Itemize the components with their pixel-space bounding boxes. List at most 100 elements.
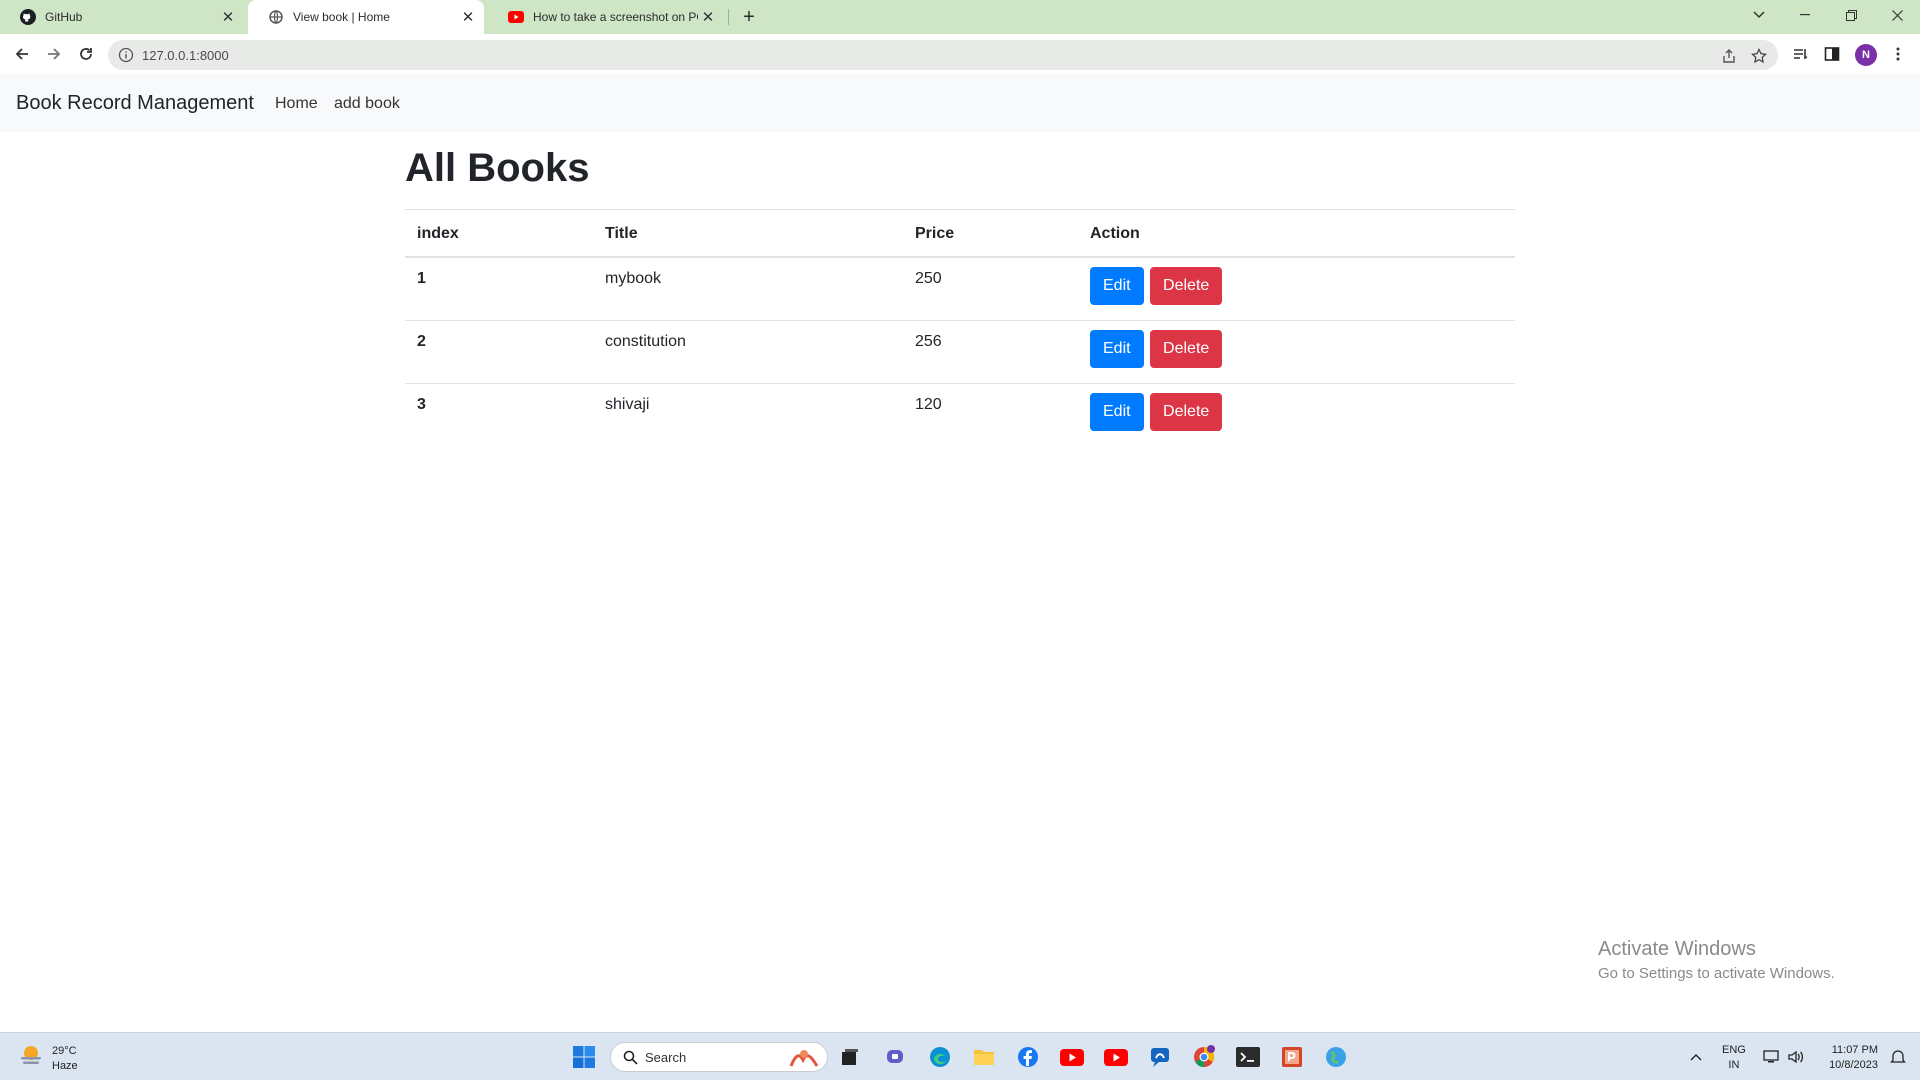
profile-avatar[interactable]: N	[1855, 44, 1877, 66]
edge-browser-icon[interactable]	[926, 1043, 954, 1071]
close-icon[interactable]: ✕	[218, 8, 238, 26]
table-row: 1 mybook 250 Edit Delete	[405, 257, 1515, 320]
row-actions: Edit Delete	[1078, 382, 1515, 446]
page-title: All Books	[405, 146, 590, 190]
facebook-icon[interactable]	[1014, 1043, 1042, 1071]
search-icon	[623, 1050, 638, 1070]
watermark-subtitle: Go to Settings to activate Windows.	[1598, 965, 1835, 982]
url-text[interactable]: 127.0.0.1:8000	[142, 48, 229, 63]
chrome-icon[interactable]	[1190, 1043, 1218, 1071]
tab-label: View book | Home	[293, 10, 390, 24]
delete-button[interactable]: Delete	[1150, 267, 1223, 305]
search-highlight-icon	[787, 1046, 821, 1075]
row-title: mybook	[605, 270, 662, 287]
watermark-title: Activate Windows	[1598, 938, 1756, 960]
search-placeholder: Search	[645, 1050, 687, 1065]
more-menu-icon[interactable]	[1888, 44, 1908, 64]
browser-toolbar: 127.0.0.1:8000 N	[0, 34, 1920, 74]
clock-time: 11:07 PM	[1831, 1044, 1878, 1056]
reading-list-icon[interactable]	[1790, 44, 1810, 64]
tab-youtube[interactable]: How to take a screenshot on PC ✕	[488, 0, 724, 34]
nav-link-home[interactable]: Home	[275, 95, 318, 113]
back-button[interactable]	[10, 42, 34, 66]
language-code: ENG	[1722, 1044, 1746, 1056]
youtube-app-icon[interactable]	[1058, 1043, 1086, 1071]
tab-separator	[728, 9, 729, 25]
activate-windows-watermark: Activate Windows Go to Settings to activ…	[1598, 938, 1835, 982]
browser-tab-bar: GitHub ✕ View book | Home ✕ How to take …	[0, 0, 1920, 34]
language-indicator[interactable]: ENG IN	[1722, 1043, 1746, 1073]
forward-button[interactable]	[42, 42, 66, 66]
main-content: All Books index Title Price Action 1 myb…	[405, 132, 1515, 446]
youtube-icon	[508, 9, 524, 25]
windows-taskbar: 29°C Haze Search ENG IN 11:07 PM 10/8/20…	[0, 1032, 1920, 1080]
row-price: 120	[903, 382, 1078, 446]
weather-widget[interactable]: 29°C Haze	[18, 1043, 78, 1074]
edit-button[interactable]: Edit	[1090, 267, 1144, 305]
minimize-button[interactable]	[1782, 0, 1828, 30]
bookmark-star-icon[interactable]	[1750, 47, 1768, 65]
row-index: 1	[417, 270, 426, 287]
tab-label: GitHub	[45, 10, 83, 24]
edit-button[interactable]: Edit	[1090, 329, 1144, 368]
close-icon[interactable]: ✕	[458, 8, 478, 26]
start-button[interactable]	[570, 1043, 598, 1071]
teams-chat-icon[interactable]	[882, 1043, 910, 1071]
share-icon[interactable]	[1720, 47, 1738, 65]
nav-link-add-book[interactable]: add book	[334, 95, 400, 113]
file-explorer-icon[interactable]	[970, 1043, 998, 1071]
close-icon[interactable]: ✕	[698, 8, 718, 26]
terminal-icon[interactable]	[1234, 1043, 1262, 1071]
row-title: constitution	[593, 319, 903, 383]
row-price: 256	[903, 319, 1078, 383]
reload-button[interactable]	[74, 42, 98, 66]
address-bar[interactable]: 127.0.0.1:8000	[108, 40, 1778, 70]
chat-app-icon[interactable]	[1146, 1043, 1174, 1071]
row-index: 3	[405, 382, 593, 446]
tab-github[interactable]: GitHub ✕	[0, 0, 244, 34]
tab-label: How to take a screenshot on PC	[533, 10, 698, 24]
tab-search-chevron-icon[interactable]	[1736, 0, 1782, 30]
close-window-button[interactable]	[1874, 0, 1920, 30]
forward-arrow-icon	[48, 48, 61, 60]
volume-icon[interactable]	[1782, 1043, 1810, 1071]
weather-haze-icon	[18, 1043, 44, 1074]
row-actions: Edit Delete	[1078, 257, 1515, 320]
table-header-row: index Title Price Action	[405, 209, 1515, 258]
site-navbar: Book Record Management Home add book	[0, 74, 1920, 132]
language-region: IN	[1728, 1059, 1740, 1071]
github-icon	[20, 9, 36, 25]
notification-icon[interactable]	[1884, 1043, 1912, 1071]
tab-view-book[interactable]: View book | Home ✕	[248, 0, 484, 34]
weather-desc: Haze	[52, 1059, 78, 1072]
clock-date: 10/8/2023	[1829, 1059, 1878, 1071]
books-table: index Title Price Action 1 mybook 250 Ed…	[405, 209, 1515, 446]
table-row: 2 constitution 256 Edit Delete	[405, 319, 1515, 383]
column-header-action: Action	[1078, 209, 1515, 258]
side-panel-icon[interactable]	[1822, 44, 1842, 64]
clock[interactable]: 11:07 PM 10/8/2023	[1818, 1043, 1878, 1073]
globe-icon	[268, 9, 284, 25]
windows-logo-icon	[573, 1046, 595, 1068]
info-icon[interactable]	[118, 47, 134, 63]
row-index: 2	[405, 319, 593, 383]
task-view-icon[interactable]	[836, 1043, 864, 1071]
restore-button[interactable]	[1828, 0, 1874, 30]
edit-button[interactable]: Edit	[1090, 392, 1144, 431]
new-tab-button[interactable]: +	[736, 4, 762, 30]
delete-button[interactable]: Delete	[1150, 329, 1223, 368]
row-actions: Edit Delete	[1078, 319, 1515, 383]
powerpoint-icon[interactable]	[1278, 1043, 1306, 1071]
globe-app-icon[interactable]	[1322, 1043, 1350, 1071]
reload-icon	[80, 48, 92, 60]
taskbar-search[interactable]: Search	[610, 1042, 828, 1072]
row-price: 250	[915, 270, 942, 287]
delete-button[interactable]: Delete	[1150, 392, 1223, 431]
chevron-up-icon[interactable]	[1682, 1043, 1710, 1071]
back-arrow-icon	[15, 48, 28, 60]
navbar-brand[interactable]: Book Record Management	[16, 92, 254, 115]
table-row: 3 shivaji 120 Edit Delete	[405, 382, 1515, 446]
column-header-index: index	[405, 209, 593, 258]
row-title: shivaji	[593, 382, 903, 446]
youtube-app-icon-2[interactable]	[1102, 1043, 1130, 1071]
